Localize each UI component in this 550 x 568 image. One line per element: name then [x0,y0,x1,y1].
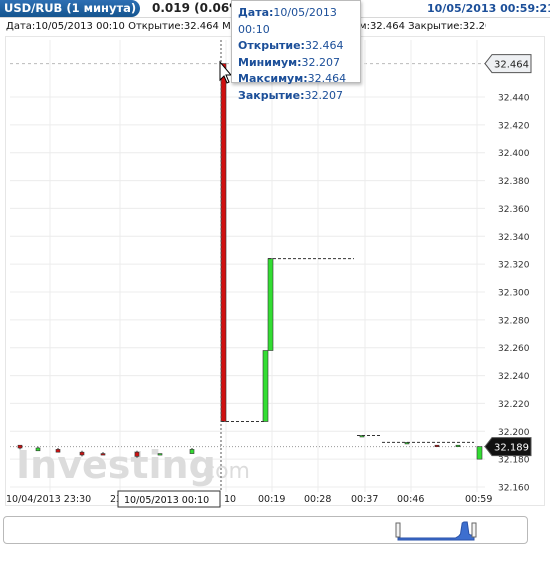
candle [100,453,106,456]
y-tick-label: 32.260 [498,344,530,354]
tooltip-high-label: Максимум: [238,72,308,85]
x-tick-label: 00:37 [351,494,378,505]
ohlc-tooltip: Дата:10/05/2013 00:10 Открытие:32.464 Ми… [231,0,361,102]
candle [157,453,163,456]
y-tick-label: 32.340 [498,233,530,243]
navigator-panel[interactable] [3,516,528,544]
price-tag-top: 32.464 [494,60,529,71]
y-tick-label: 32.400 [498,149,530,159]
price-tag-current: 32.189 [494,443,529,454]
candle [434,444,440,448]
y-tick-label: 32.420 [498,121,530,131]
candle [35,447,41,452]
y-tick-label: 32.240 [498,372,530,382]
y-tick-label: 32.200 [498,428,530,438]
candle [79,451,85,456]
x-tick-label: 00:28 [304,494,331,505]
x-tick-label: 10/04/2013 23:30 [6,494,91,505]
tooltip-low-label: Минимум: [238,55,302,69]
candle [220,63,227,422]
candle [55,449,61,453]
tooltip-low-value: 32.207 [301,55,341,69]
candle [189,449,195,454]
y-tick-label: 32.320 [498,261,530,271]
candle [134,451,140,457]
tooltip-close-label: Закрытие: [238,88,305,102]
y-tick-label: 32.440 [498,94,530,104]
y-tick-label: 32.300 [498,289,530,299]
tooltip-open-value: 32.464 [304,39,344,52]
x-tick-label: 10 [224,494,236,505]
candle [262,350,269,422]
watermark-suffix: .com [196,459,250,484]
y-tick-label: 32.220 [498,400,530,410]
y-tick-label: 32.160 [498,484,530,494]
x-tick-label: 00:46 [397,494,424,505]
watermark-brand: Investing [16,443,216,487]
y-tick-label: 32.380 [498,177,530,187]
crosshair-x-label: 10/05/2013 00:10 [124,495,209,506]
candle [17,444,23,449]
x-tick-label: 00:19 [258,494,285,505]
y-tick-label: 32.180 [498,456,530,466]
candle [267,258,274,351]
y-tick-label: 32.360 [498,205,530,215]
tooltip-open-label: Открытие: [238,39,305,52]
x-tick-label: 00:59 [465,494,492,505]
candle [455,444,461,448]
y-tick-label: 32.280 [498,316,530,326]
candle [476,446,483,460]
tooltip-date-label: Дата: [238,6,274,19]
tooltip-high-value: 32.464 [307,72,347,85]
tooltip-close-value: 32.207 [304,88,343,102]
